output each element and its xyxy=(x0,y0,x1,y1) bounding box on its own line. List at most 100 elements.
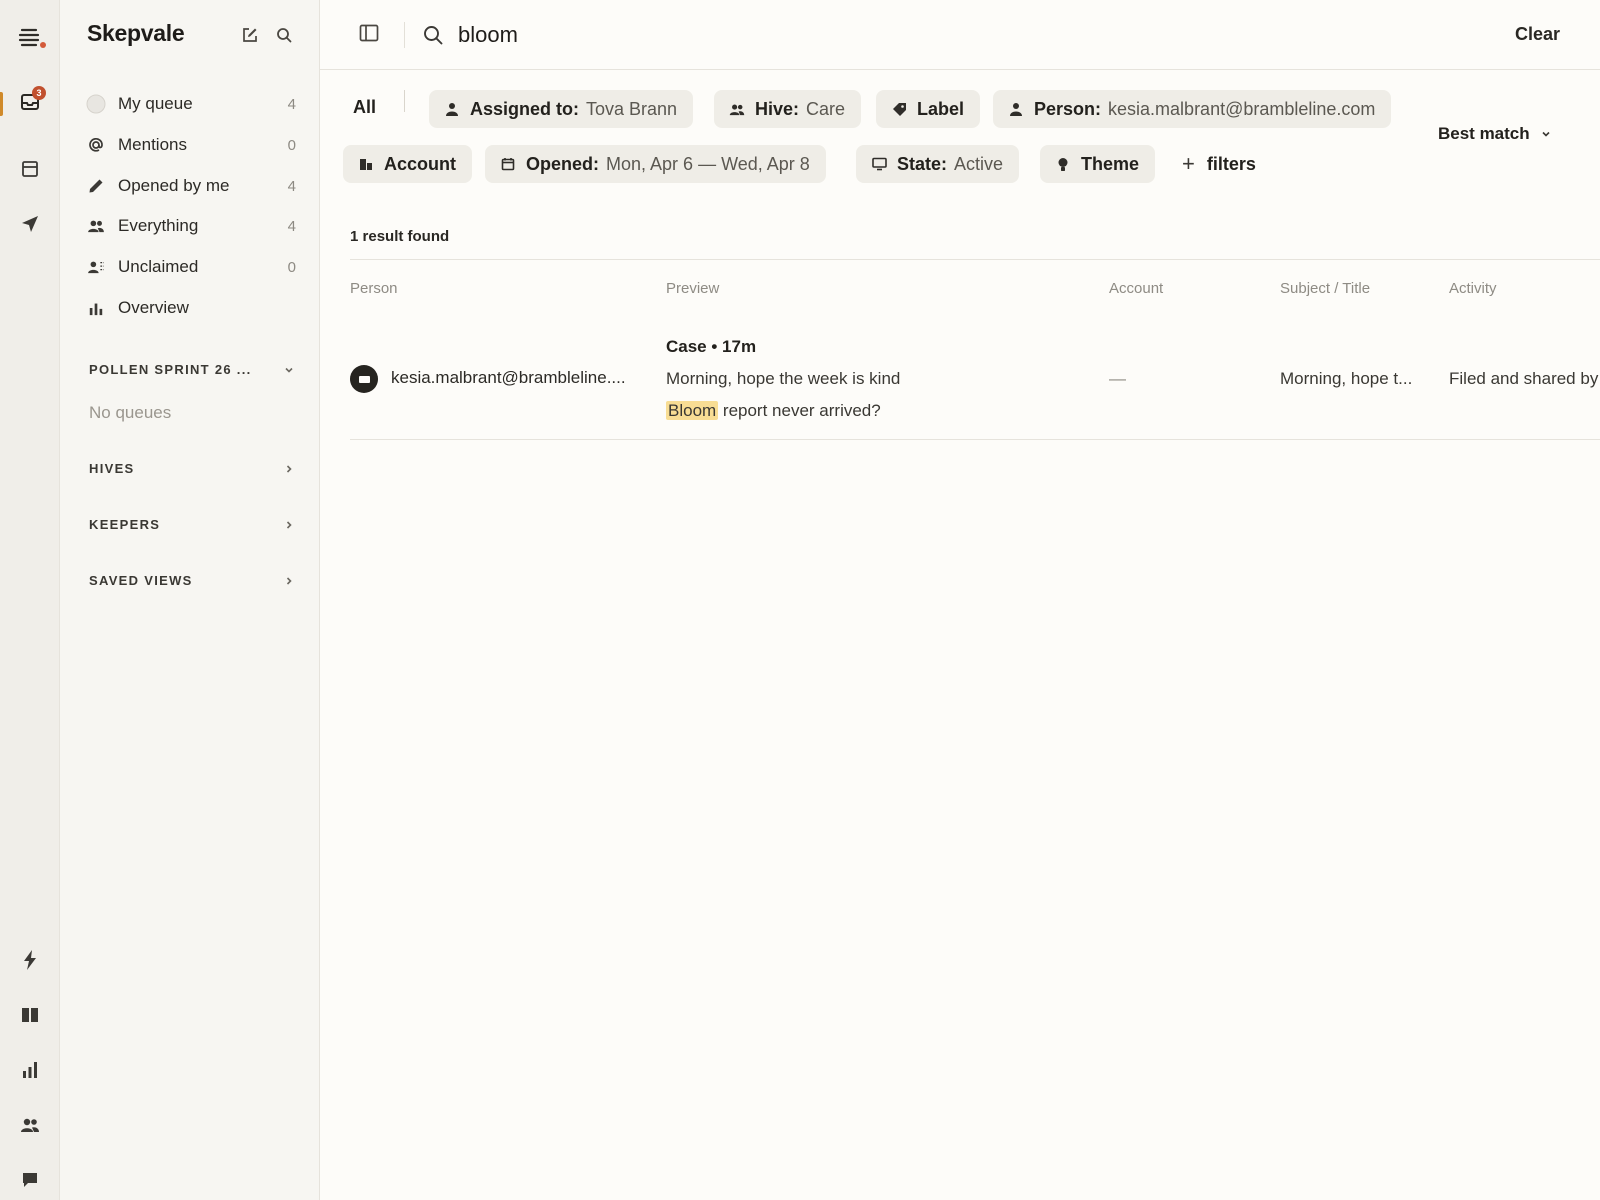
add-filter-label: filters xyxy=(1206,153,1256,174)
sidebar-panel-icon xyxy=(359,24,379,47)
chat-rail-button[interactable] xyxy=(0,1162,60,1200)
sidebar-search-button[interactable] xyxy=(273,26,295,48)
search-icon xyxy=(422,24,444,46)
row-account: — xyxy=(1109,369,1126,388)
sidebar-item-label: Overview xyxy=(118,298,189,317)
chip-value: Care xyxy=(806,98,846,119)
at-icon xyxy=(86,135,106,155)
bolt-icon xyxy=(23,949,37,975)
reports-rail-button[interactable] xyxy=(0,1052,60,1092)
filter-chip-opened[interactable]: Opened: Mon, Apr 6 — Wed, Apr 8 xyxy=(485,145,826,183)
archive-icon xyxy=(21,160,39,183)
sidebar: Skepvale My queue 4 Mentions 0 Opened by… xyxy=(60,0,320,1200)
people-rail-button[interactable] xyxy=(0,1107,60,1147)
filter-chip-assigned[interactable]: Assigned to: Tova Brann xyxy=(429,90,694,128)
monitor-icon xyxy=(870,155,888,173)
sidebar-item-count: 4 xyxy=(287,217,296,235)
main-content: Clear All Assigned to: Tova Brann Hive: … xyxy=(320,0,1600,1200)
brand-name: Skepvale xyxy=(87,20,185,46)
row-preview-header: Case • 17m xyxy=(666,337,757,356)
search-bar: Clear xyxy=(320,0,1600,70)
menu-logo-icon[interactable] xyxy=(0,18,60,58)
book-icon xyxy=(21,1006,39,1029)
sidebar-item-mentions[interactable]: Mentions 0 xyxy=(86,127,296,163)
chevron-down-icon xyxy=(1540,128,1552,140)
inbox-rail-button[interactable]: 3 xyxy=(0,84,60,124)
sidebar-item-count: 4 xyxy=(287,95,296,113)
bar-chart-icon xyxy=(86,298,106,318)
sort-label: Best match xyxy=(1438,124,1530,143)
filter-chip-person[interactable]: Person: kesia.malbrant@brambleline.com xyxy=(993,90,1392,128)
calendar-icon xyxy=(499,155,517,173)
search-input[interactable] xyxy=(458,18,1158,52)
building-icon xyxy=(357,155,375,173)
chip-value: Active xyxy=(954,153,1004,174)
send-icon xyxy=(21,215,39,238)
sidebar-item-label: Opened by me xyxy=(118,176,230,195)
column-header-account: Account xyxy=(1109,280,1164,297)
divider xyxy=(404,22,405,48)
sidebar-item-count: 0 xyxy=(287,258,296,276)
divider xyxy=(350,439,1600,440)
sidebar-item-count: 4 xyxy=(287,177,296,195)
send-rail-button[interactable] xyxy=(0,206,60,246)
column-header-activity: Activity xyxy=(1449,280,1497,297)
chevron-right-icon xyxy=(283,519,295,531)
row-preview-line2-rest: report never arrived? xyxy=(718,401,881,420)
avatar xyxy=(350,365,378,393)
bolt-rail-button[interactable] xyxy=(0,942,60,982)
chevron-right-icon xyxy=(283,575,295,587)
section-keepers[interactable]: KEEPERS xyxy=(89,517,295,532)
sidebar-item-everything[interactable]: Everything 4 xyxy=(86,208,296,244)
compose-button[interactable] xyxy=(239,26,261,48)
person-dashed-icon xyxy=(86,257,106,277)
toggle-sidebar-button[interactable] xyxy=(358,24,380,46)
filter-chip-state[interactable]: State: Active xyxy=(856,145,1020,183)
result-count: 1 result found xyxy=(350,228,450,245)
sort-dropdown[interactable]: Best match xyxy=(1438,124,1552,144)
column-header-subject: Subject / Title xyxy=(1280,280,1371,297)
filter-chip-hive[interactable]: Hive: Care xyxy=(714,90,862,128)
filter-chip-label[interactable]: Label xyxy=(876,90,981,128)
row-subject: Morning, hope t... xyxy=(1280,369,1413,388)
filter-chip-theme[interactable]: Theme xyxy=(1040,145,1156,183)
row-activity: Filed and shared by xyxy=(1449,369,1599,388)
sidebar-item-label: Everything xyxy=(118,216,199,235)
section-hives[interactable]: HIVES xyxy=(89,461,295,476)
chip-key: Theme xyxy=(1081,153,1140,174)
sidebar-item-my-queue[interactable]: My queue 4 xyxy=(86,86,296,122)
sidebar-item-unclaimed[interactable]: Unclaimed 0 xyxy=(86,249,296,285)
book-rail-button[interactable] xyxy=(0,997,60,1037)
column-header-preview: Preview xyxy=(666,280,720,297)
chip-key: Hive: xyxy=(755,98,800,119)
sidebar-item-overview[interactable]: Overview xyxy=(86,290,296,326)
section-pollen-sprint[interactable]: POLLEN SPRINT 26 ... xyxy=(89,362,295,377)
sidebar-item-label: Mentions xyxy=(118,135,187,154)
chip-key: State: xyxy=(897,153,948,174)
search-highlight: Bloom xyxy=(666,401,719,420)
chevron-right-icon xyxy=(283,463,295,475)
chip-key: Opened: xyxy=(526,153,600,174)
row-preview-line1: Morning, hope the week is kind xyxy=(666,369,901,388)
add-filter-button[interactable]: + filters xyxy=(1182,145,1256,183)
section-title-text: KEEPERS xyxy=(89,517,161,532)
chip-key: Person: xyxy=(1034,98,1102,119)
divider xyxy=(350,259,1600,260)
filter-chip-account[interactable]: Account xyxy=(343,145,472,183)
section-title-text: HIVES xyxy=(89,461,135,476)
sidebar-item-opened-by-me[interactable]: Opened by me 4 xyxy=(86,168,296,204)
row-preview-line2: Bloom report never arrived? xyxy=(666,401,881,421)
person-icon xyxy=(1007,100,1025,118)
chip-value: kesia.malbrant@brambleline.com xyxy=(1108,98,1376,119)
plus-icon: + xyxy=(1182,151,1195,176)
filter-all-tab[interactable]: All xyxy=(353,97,376,118)
section-saved-views[interactable]: SAVED VIEWS xyxy=(89,573,295,588)
clear-search-button[interactable]: Clear xyxy=(1515,24,1560,45)
archive-rail-button[interactable] xyxy=(0,151,60,191)
icon-rail: 3 xyxy=(0,0,60,1200)
circle-icon xyxy=(86,94,106,114)
people-icon xyxy=(20,1117,40,1138)
chip-value: Mon, Apr 6 — Wed, Apr 8 xyxy=(606,153,810,174)
sidebar-item-count: 0 xyxy=(287,136,296,154)
chip-value: Tova Brann xyxy=(586,98,678,119)
